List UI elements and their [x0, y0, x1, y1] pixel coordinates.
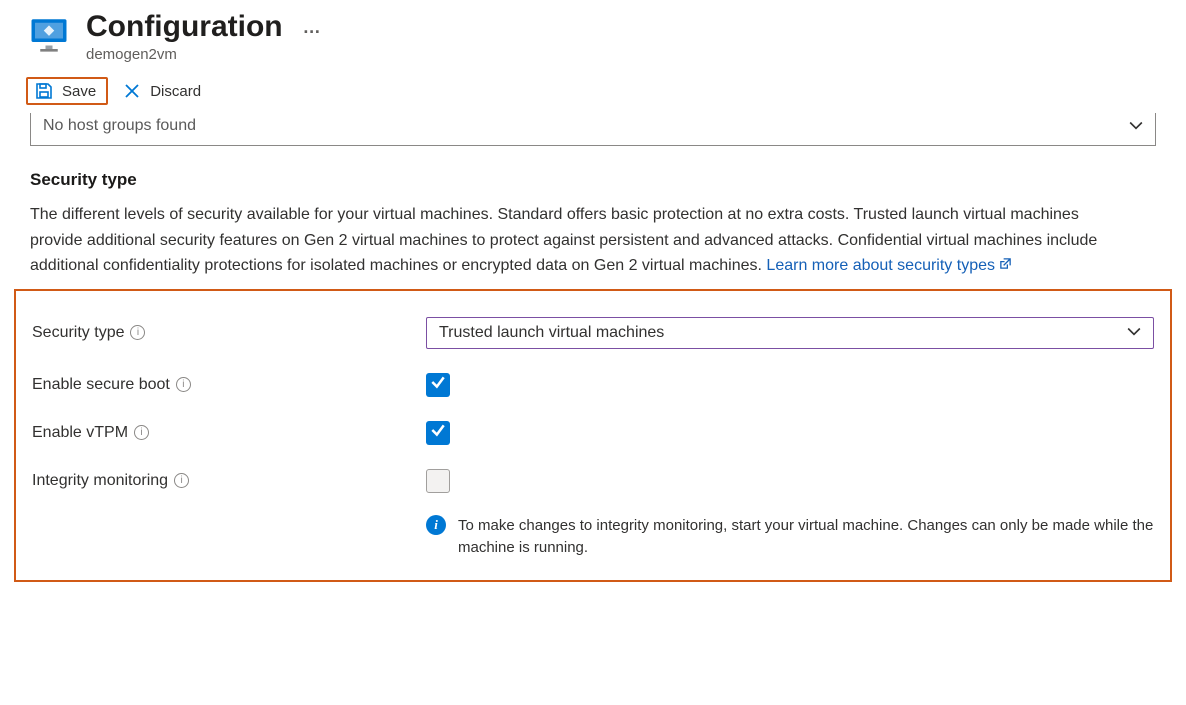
- chevron-down-icon: [1129, 118, 1143, 134]
- info-icon[interactable]: i: [176, 377, 191, 392]
- security-type-heading: Security type: [30, 170, 1120, 190]
- integrity-monitoring-checkbox: [426, 469, 450, 493]
- security-description: The different levels of security availab…: [30, 202, 1120, 279]
- host-group-value: No host groups found: [43, 117, 196, 135]
- info-filled-icon: i: [426, 515, 446, 535]
- vtpm-label: Enable vTPM: [32, 424, 128, 442]
- external-link-icon: [999, 253, 1012, 279]
- resource-name: demogen2vm: [86, 46, 322, 63]
- integrity-monitoring-label: Integrity monitoring: [32, 472, 168, 490]
- info-icon[interactable]: i: [130, 325, 145, 340]
- security-type-select[interactable]: Trusted launch virtual machines: [426, 317, 1154, 349]
- security-type-label: Security type: [32, 324, 124, 342]
- vtpm-checkbox[interactable]: [426, 421, 450, 445]
- discard-button[interactable]: Discard: [122, 81, 201, 101]
- learn-more-link[interactable]: Learn more about security types: [766, 253, 1012, 279]
- secure-boot-label: Enable secure boot: [32, 376, 170, 394]
- page-title: Configuration: [86, 10, 283, 44]
- integrity-info-message: To make changes to integrity monitoring,…: [458, 515, 1154, 560]
- save-button[interactable]: Save: [26, 77, 108, 105]
- info-icon[interactable]: i: [174, 473, 189, 488]
- discard-label: Discard: [150, 83, 201, 100]
- more-actions-icon[interactable]: …: [303, 17, 322, 38]
- close-icon: [122, 81, 142, 101]
- security-type-value: Trusted launch virtual machines: [439, 324, 664, 342]
- virtual-machine-icon: [28, 14, 70, 56]
- info-icon[interactable]: i: [134, 425, 149, 440]
- secure-boot-checkbox[interactable]: [426, 373, 450, 397]
- chevron-down-icon: [1127, 324, 1141, 342]
- check-icon: [430, 422, 446, 443]
- host-group-dropdown[interactable]: No host groups found: [30, 113, 1156, 146]
- save-icon: [34, 81, 54, 101]
- toolbar: Save Discard: [0, 63, 1186, 113]
- check-icon: [430, 374, 446, 395]
- security-form-highlight: Security type i Trusted launch virtual m…: [14, 289, 1172, 582]
- save-label: Save: [62, 83, 96, 100]
